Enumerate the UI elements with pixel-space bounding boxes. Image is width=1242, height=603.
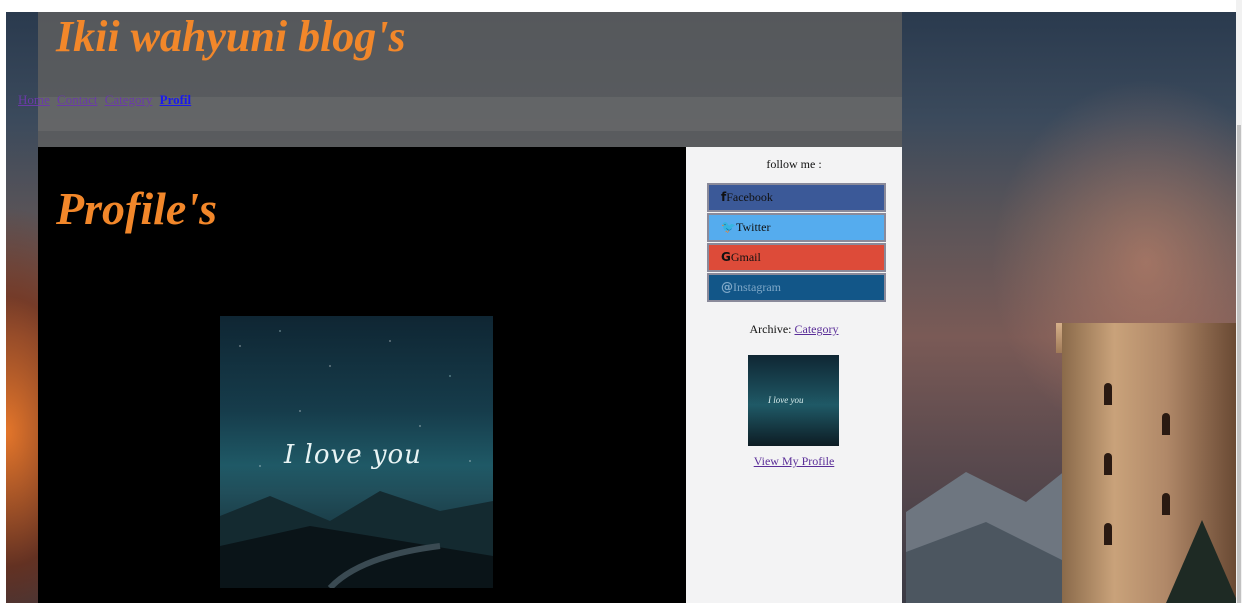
archive-category-link[interactable]: Category [794, 322, 838, 336]
archive-line: Archive: Category [686, 322, 902, 337]
profile-photo: I love you [220, 316, 493, 588]
gmail-button[interactable]: GGmail [707, 243, 886, 272]
page-title: Profile's [56, 183, 217, 234]
gmail-label: Gmail [730, 250, 761, 264]
instagram-button[interactable]: @Instagram [707, 273, 886, 302]
scrollbar-thumb[interactable] [1237, 125, 1241, 603]
photo-mountains [220, 491, 493, 588]
sidebar: follow me : fFacebook 🐦Twitter GGmail @I… [686, 147, 902, 603]
nav-contact-link[interactable]: Contact [57, 92, 97, 107]
profile-thumbnail[interactable]: I love you [748, 355, 839, 446]
photo-caption: I love you [284, 440, 422, 470]
site-header: Ikii wahyuni blog's [38, 12, 902, 147]
view-profile: View My Profile [686, 454, 902, 469]
twitter-icon: 🐦 [721, 220, 736, 234]
main-content: Profile's I love you [38, 147, 686, 603]
nav-home-link[interactable]: Home [18, 92, 50, 107]
gmail-icon: G [721, 250, 731, 264]
twitter-label: Twitter [735, 220, 771, 234]
twitter-button[interactable]: 🐦Twitter [707, 213, 886, 242]
thumbnail-caption: I love you [768, 395, 804, 405]
main-nav: Home Contact Category Profil [18, 92, 195, 108]
nav-profil-link[interactable]: Profil [160, 92, 192, 107]
site-title: Ikii wahyuni blog's [56, 12, 406, 61]
archive-label: Archive: [749, 322, 792, 336]
nav-category-link[interactable]: Category [105, 92, 153, 107]
facebook-label: Facebook [726, 190, 773, 204]
view-profile-link[interactable]: View My Profile [754, 454, 835, 468]
facebook-button[interactable]: fFacebook [707, 183, 886, 212]
follow-label: follow me : [766, 157, 822, 171]
scrollbar[interactable] [1236, 0, 1242, 603]
instagram-label: Instagram [733, 280, 781, 294]
pine-tree [1166, 520, 1238, 603]
instagram-icon: @ [721, 280, 733, 294]
